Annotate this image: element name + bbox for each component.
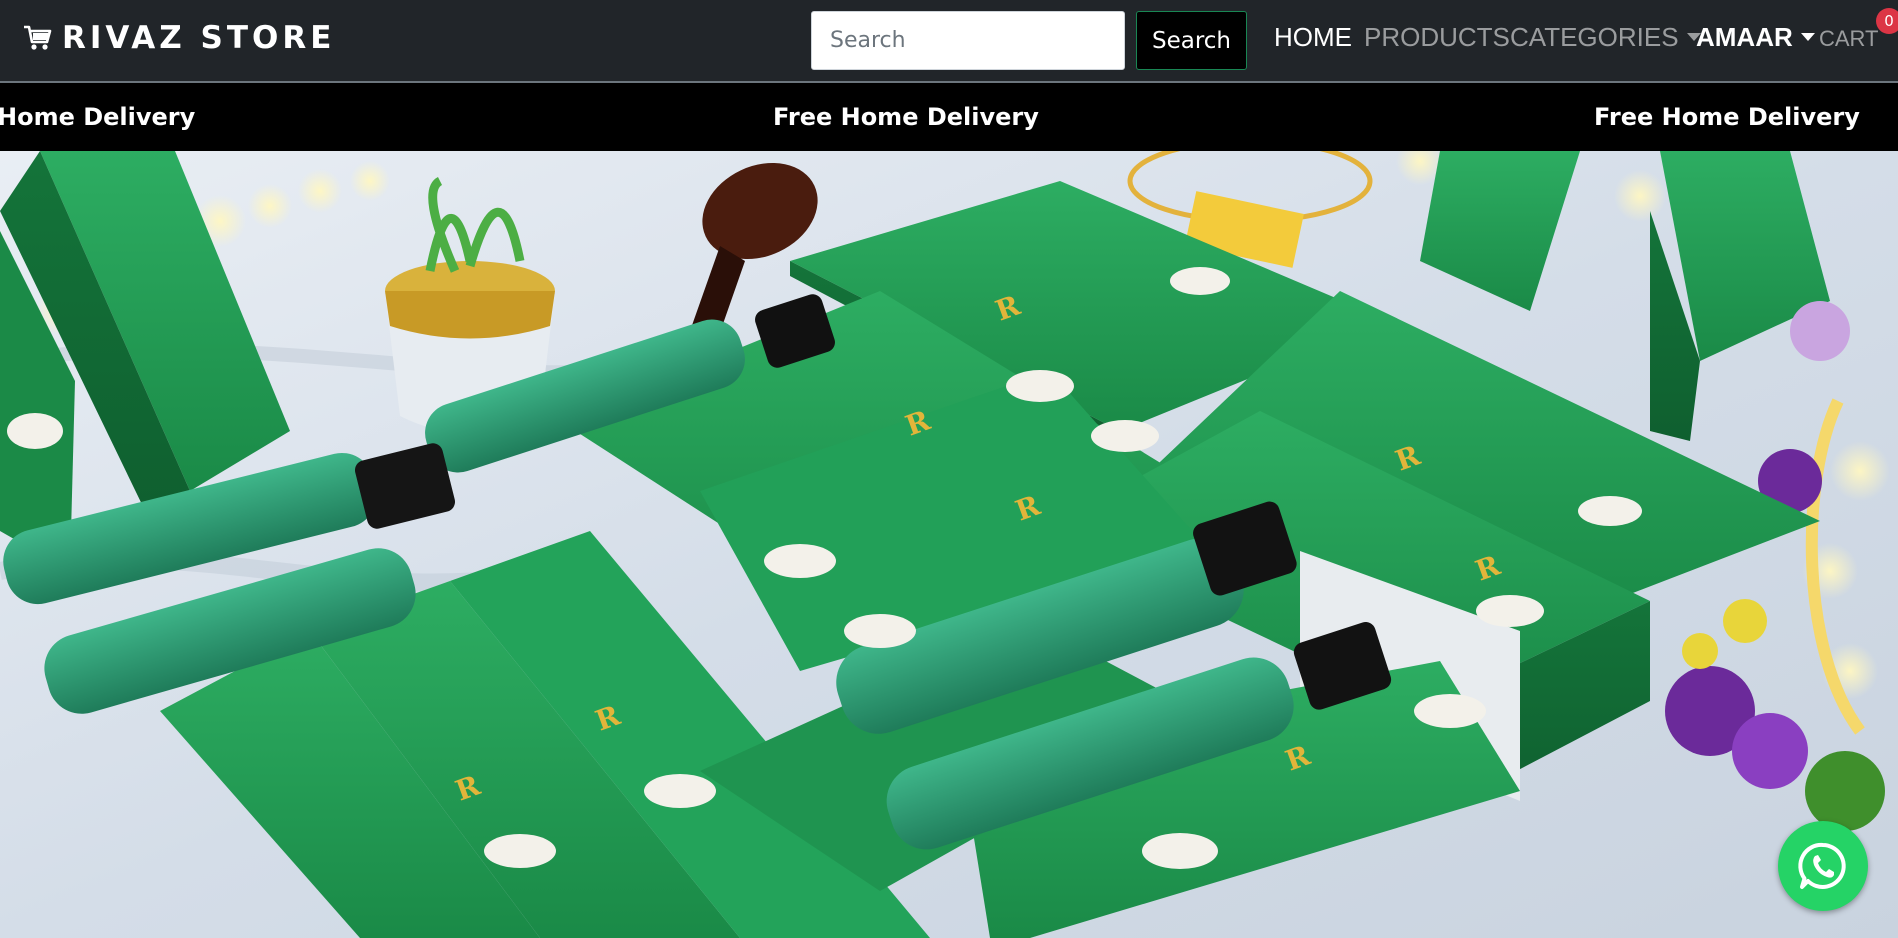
- search-input[interactable]: [811, 11, 1125, 70]
- cart-count-badge: 0: [1876, 8, 1898, 34]
- marquee-message: Free Home Delivery: [773, 103, 1039, 131]
- brand-link[interactable]: RIVAZ STORE: [22, 18, 335, 58]
- nav-home[interactable]: HOME: [1274, 19, 1352, 55]
- hero-banner-image: R R R R R R R R: [0, 151, 1898, 938]
- marquee-message: Home Delivery: [0, 103, 196, 131]
- chevron-down-icon: [1800, 33, 1815, 41]
- nav-user-dropdown[interactable]: AMAAR: [1696, 19, 1815, 55]
- nav-cart-label: CART: [1819, 26, 1879, 51]
- nav-categories-dropdown[interactable]: CATEGORIES: [1510, 19, 1701, 55]
- navbar: RIVAZ STORE Search HOME PRODUCTS CATEGOR…: [0, 0, 1898, 83]
- nav-categories-label: CATEGORIES: [1510, 22, 1679, 52]
- marquee-message: Free Home Delivery: [1594, 103, 1860, 131]
- search-button[interactable]: Search: [1136, 11, 1247, 70]
- shopping-cart-icon: [24, 25, 52, 50]
- hero-product-photo: R R R R R R R R: [0, 151, 1898, 938]
- nav-products-label: PRODUCTS: [1364, 22, 1510, 52]
- whatsapp-chat-button[interactable]: [1778, 821, 1868, 911]
- free-delivery-marquee: Home Delivery Free Home Delivery Free Ho…: [0, 83, 1898, 151]
- nav-home-label: HOME: [1274, 22, 1352, 52]
- nav-products[interactable]: PRODUCTS: [1364, 19, 1510, 55]
- nav-user-label: AMAAR: [1696, 22, 1793, 52]
- nav-cart[interactable]: CART: [1819, 21, 1879, 57]
- brand-name: RIVAZ STORE: [62, 20, 336, 56]
- whatsapp-icon: [1798, 842, 1846, 889]
